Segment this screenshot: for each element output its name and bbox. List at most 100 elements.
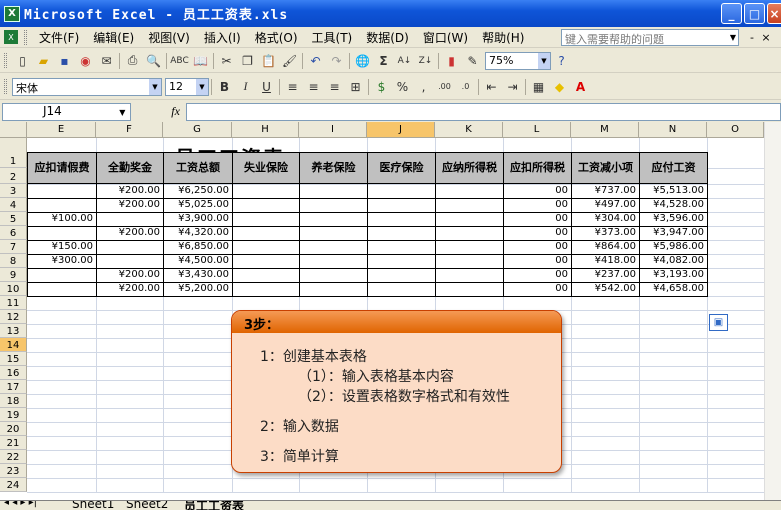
table-cell[interactable] — [27, 184, 97, 199]
select-all-corner[interactable] — [0, 122, 27, 138]
table-cell[interactable] — [435, 282, 504, 297]
table-cell[interactable]: ¥6,250.00 — [163, 184, 233, 199]
table-cell[interactable] — [232, 184, 300, 199]
workbook-close-button[interactable]: × — [760, 30, 772, 45]
menu-data[interactable]: 数据(D) — [359, 29, 416, 46]
table-cell[interactable]: ¥737.00 — [571, 184, 640, 199]
table-cell[interactable] — [435, 254, 504, 269]
table-cell[interactable]: 00 — [503, 184, 572, 199]
table-cell[interactable]: ¥200.00 — [96, 198, 164, 213]
column-header-i[interactable]: I — [299, 122, 367, 138]
comma-style-icon[interactable]: , — [413, 77, 434, 97]
table-cell[interactable] — [435, 184, 504, 199]
minimize-button[interactable]: _ — [721, 3, 742, 24]
decrease-indent-icon[interactable]: ⇤ — [481, 77, 502, 97]
column-header-k[interactable]: K — [435, 122, 503, 138]
sort-descending-icon[interactable]: Z↓ — [415, 51, 436, 71]
table-cell[interactable] — [299, 282, 368, 297]
table-cell[interactable]: ¥542.00 — [571, 282, 640, 297]
table-cell[interactable]: 00 — [503, 226, 572, 241]
column-header-o[interactable]: O — [707, 122, 764, 138]
open-icon[interactable]: ▰ — [33, 51, 54, 71]
row-header-5[interactable]: 5 — [0, 212, 27, 226]
table-cell[interactable] — [232, 254, 300, 269]
table-cell[interactable] — [27, 268, 97, 283]
table-cell[interactable] — [367, 212, 436, 227]
row-header-8[interactable]: 8 — [0, 254, 27, 268]
table-cell[interactable] — [299, 226, 368, 241]
row-header-19[interactable]: 19 — [0, 408, 27, 422]
drawing-icon[interactable]: ✎ — [462, 51, 483, 71]
font-select[interactable]: 宋体 ▼ — [12, 77, 162, 96]
table-cell[interactable]: 00 — [503, 254, 572, 269]
table-cell[interactable]: ¥3,900.00 — [163, 212, 233, 227]
row-header-21[interactable]: 21 — [0, 436, 27, 450]
table-cell[interactable] — [367, 282, 436, 297]
table-cell[interactable] — [299, 198, 368, 213]
percent-icon[interactable]: % — [392, 77, 413, 97]
print-icon[interactable]: ⎙ — [122, 51, 143, 71]
worksheet[interactable]: EFGHIJKLMNO 1 2 3 4 5 6 7 8 9 10 11 12 13 14 15 16 17 18 1… — [0, 122, 781, 500]
table-cell[interactable] — [27, 282, 97, 297]
autosum-icon[interactable]: Σ — [373, 51, 394, 71]
table-cell[interactable] — [232, 212, 300, 227]
table-cell[interactable]: 00 — [503, 212, 572, 227]
save-icon[interactable]: ▪ — [54, 51, 75, 71]
row-header-13[interactable]: 13 — [0, 324, 27, 338]
redo-icon[interactable]: ↷ — [326, 51, 347, 71]
zoom-dropdown-icon[interactable]: ▼ — [538, 52, 550, 69]
row-header-6[interactable]: 6 — [0, 226, 27, 240]
column-header-g[interactable]: G — [163, 122, 232, 138]
table-cell[interactable] — [299, 254, 368, 269]
row-header-20[interactable]: 20 — [0, 422, 27, 436]
table-cell[interactable]: 00 — [503, 240, 572, 255]
table-cell[interactable] — [435, 198, 504, 213]
table-cell[interactable] — [367, 184, 436, 199]
row-header-4[interactable]: 4 — [0, 198, 27, 212]
table-cell[interactable]: ¥200.00 — [96, 268, 164, 283]
excel-icon[interactable]: X — [4, 5, 20, 22]
table-cell[interactable]: ¥4,500.00 — [163, 254, 233, 269]
column-header-j[interactable]: J — [367, 122, 435, 138]
table-cell[interactable] — [435, 240, 504, 255]
table-cell[interactable] — [96, 254, 164, 269]
vertical-scrollbar[interactable] — [764, 122, 781, 500]
table-cell[interactable]: ¥373.00 — [571, 226, 640, 241]
row-header-14[interactable]: 14 — [0, 338, 27, 352]
table-cell[interactable]: ¥5,986.00 — [639, 240, 708, 255]
row-header-22[interactable]: 22 — [0, 450, 27, 464]
decrease-decimal-icon[interactable]: .0 — [455, 77, 476, 97]
column-header-h[interactable]: H — [232, 122, 299, 138]
menu-tools[interactable]: 工具(T) — [305, 29, 360, 46]
fill-color-icon[interactable]: ◆ — [549, 77, 570, 97]
table-cell[interactable]: ¥5,200.00 — [163, 282, 233, 297]
toolbar-grip[interactable] — [4, 79, 7, 94]
toolbar-grip[interactable] — [4, 53, 7, 68]
fx-icon[interactable]: fx — [171, 104, 180, 119]
bold-icon[interactable]: B — [214, 77, 235, 97]
table-cell[interactable] — [96, 240, 164, 255]
menu-edit[interactable]: 编辑(E) — [86, 29, 141, 46]
column-header-n[interactable]: N — [639, 122, 707, 138]
row-header-23[interactable]: 23 — [0, 464, 27, 478]
font-color-icon[interactable]: A — [570, 77, 591, 97]
currency-icon[interactable]: $ — [371, 77, 392, 97]
table-cell[interactable] — [232, 226, 300, 241]
help-icon[interactable]: ? — [551, 51, 572, 71]
table-cell[interactable] — [232, 240, 300, 255]
table-cell[interactable] — [435, 212, 504, 227]
spelling-icon[interactable]: ABC — [169, 51, 190, 71]
row-header-3[interactable]: 3 — [0, 184, 27, 198]
row-header-7[interactable]: 7 — [0, 240, 27, 254]
table-cell[interactable] — [299, 268, 368, 283]
table-cell[interactable]: ¥150.00 — [27, 240, 97, 255]
italic-icon[interactable]: I — [235, 77, 256, 97]
help-dropdown-icon[interactable]: ▼ — [727, 30, 739, 45]
workbook-minimize-button[interactable]: - — [746, 30, 758, 45]
borders-icon[interactable]: ▦ — [528, 77, 549, 97]
column-header-l[interactable]: L — [503, 122, 571, 138]
row-header-15[interactable]: 15 — [0, 352, 27, 366]
font-size-select[interactable]: 12 ▼ — [165, 77, 209, 96]
research-icon[interactable]: 📖 — [190, 51, 211, 71]
merge-center-icon[interactable]: ⊞ — [345, 77, 366, 97]
